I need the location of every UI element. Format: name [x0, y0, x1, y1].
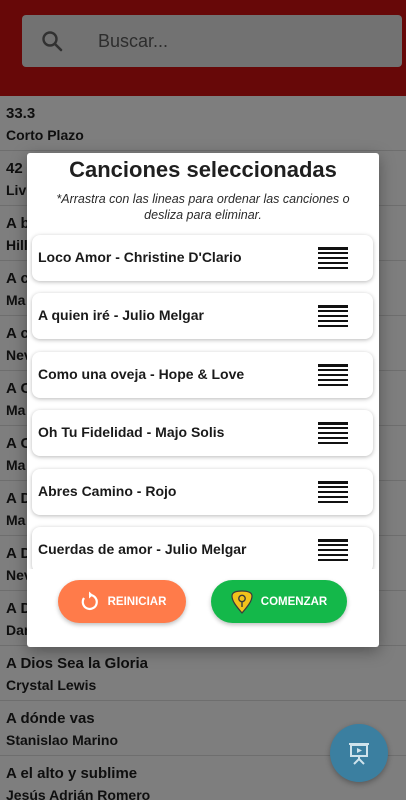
- selected-song-label: Abres Camino - Rojo: [38, 483, 177, 499]
- selected-song-item[interactable]: Cuerdas de amor - Julio Melgar: [32, 527, 373, 569]
- selected-song-label: A quien iré - Julio Melgar: [38, 307, 204, 323]
- dialog-title: Canciones seleccionadas: [69, 157, 337, 182]
- selected-song-item[interactable]: Como una oveja - Hope & Love: [32, 352, 373, 398]
- reset-button-label: REINICIAR: [107, 595, 167, 608]
- drag-handle-icon[interactable]: [318, 422, 348, 444]
- selected-songs-list[interactable]: Loco Amor - Christine D'Clario A quien i…: [27, 231, 379, 569]
- selected-song-item[interactable]: Abres Camino - Rojo: [32, 469, 373, 515]
- dialog-hint: *Arrastra con las lineas para ordenar la…: [56, 192, 350, 222]
- drag-handle-icon[interactable]: [318, 305, 348, 327]
- refresh-icon: [81, 591, 98, 610]
- selected-songs-dialog: Canciones seleccionadas *Arrastra con la…: [27, 153, 379, 647]
- selected-song-label: Cuerdas de amor - Julio Melgar: [38, 541, 247, 557]
- drag-handle-icon[interactable]: [318, 481, 348, 503]
- present-button[interactable]: [330, 724, 388, 782]
- selected-song-label: Oh Tu Fidelidad - Majo Solis: [38, 424, 225, 440]
- selected-song-item[interactable]: Loco Amor - Christine D'Clario: [32, 235, 373, 281]
- guitar-pick-icon: [231, 589, 253, 614]
- drag-handle-icon[interactable]: [318, 247, 348, 269]
- selected-song-label: Loco Amor - Christine D'Clario: [38, 249, 242, 265]
- start-button-label: COMENZAR: [260, 595, 328, 608]
- drag-handle-icon[interactable]: [318, 539, 348, 561]
- drag-handle-icon[interactable]: [318, 364, 348, 386]
- selected-song-item[interactable]: A quien iré - Julio Melgar: [32, 293, 373, 339]
- presentation-icon: [349, 743, 369, 765]
- selected-song-label: Como una oveja - Hope & Love: [38, 366, 245, 382]
- selected-song-item[interactable]: Oh Tu Fidelidad - Majo Solis: [32, 410, 373, 456]
- reset-button[interactable]: REINICIAR: [58, 580, 186, 623]
- start-button[interactable]: COMENZAR: [211, 580, 347, 623]
